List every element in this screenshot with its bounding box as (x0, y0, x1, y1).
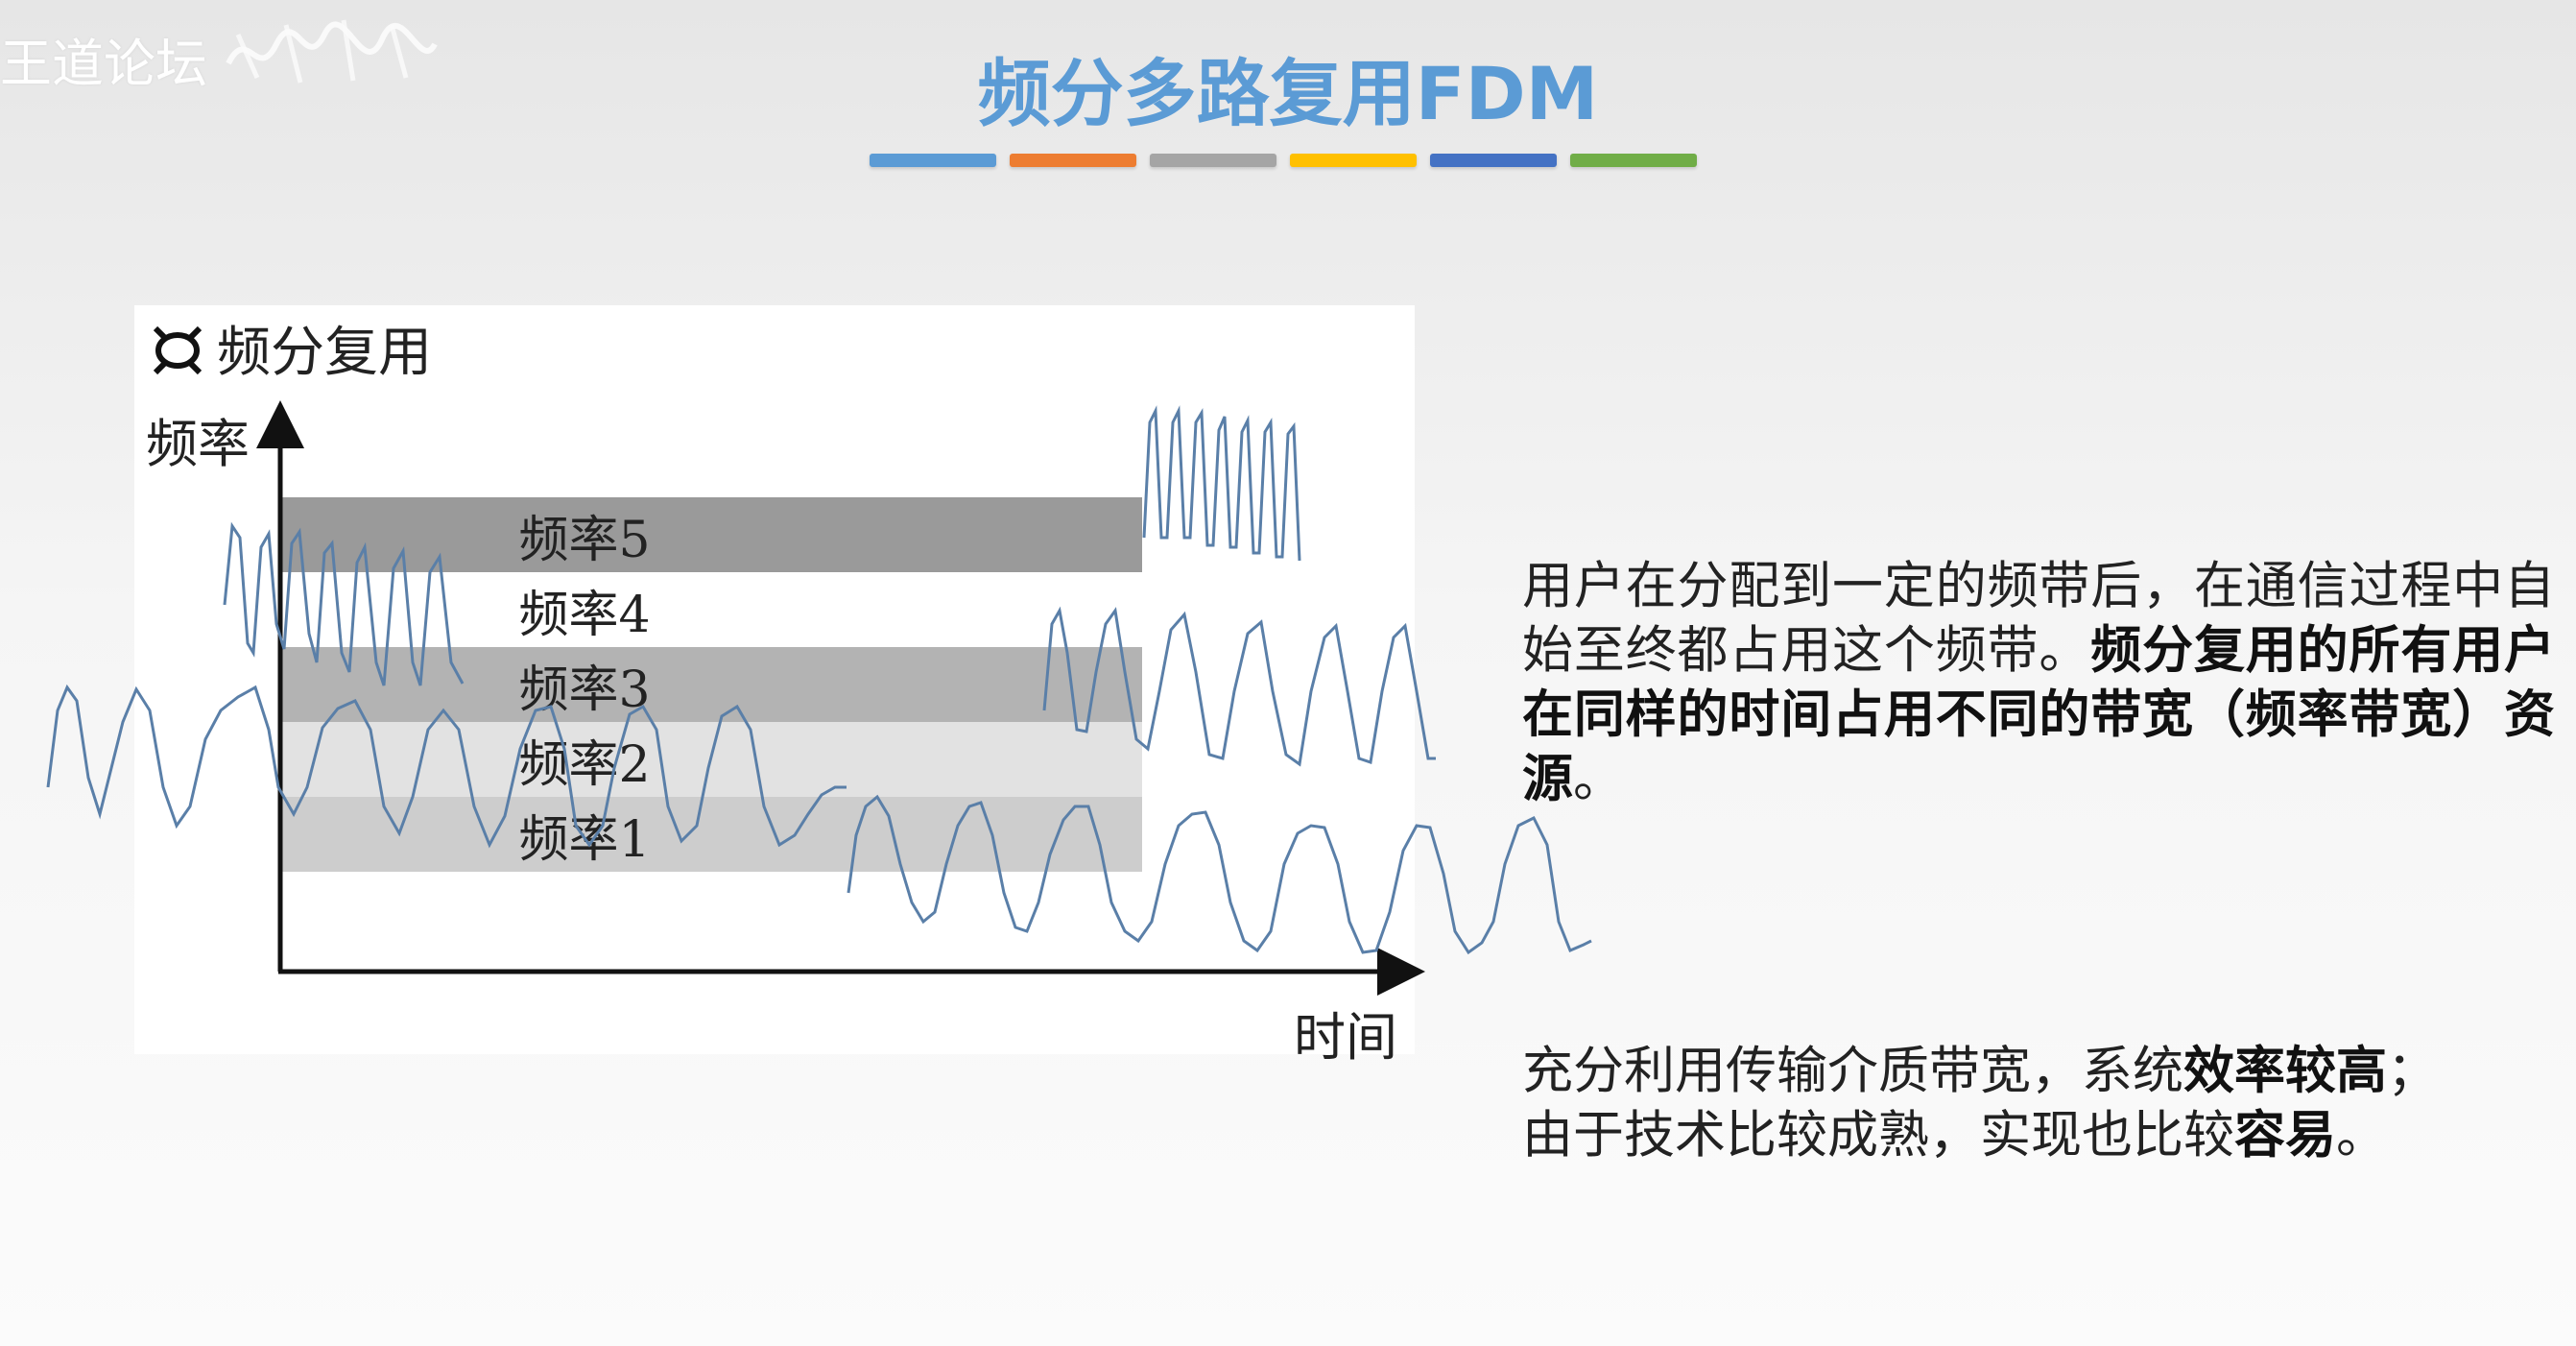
band-label-3: 频率3 (518, 661, 651, 719)
frequency-band-2: 频率2 (280, 722, 1142, 797)
advantage-2-text: 由于技术比较成熟，实现也比较 (1522, 1106, 2234, 1165)
band-label-1: 频率1 (518, 810, 651, 869)
y-axis-label: 频率 (146, 414, 250, 474)
title-accent-bars (870, 154, 1697, 167)
advantage-item-2: 由于技术比较成熟，实现也比较容易。 (1522, 1103, 2540, 1167)
band-label-5: 频率5 (518, 511, 651, 569)
accent-bar-5 (1430, 154, 1557, 167)
slide-title: 频分多路复用FDM (977, 51, 1599, 136)
frequency-band-5: 频率5 (280, 497, 1142, 572)
x-axis-label: 时间 (1294, 1007, 1397, 1068)
advantage-2-end: 。 (2336, 1106, 2387, 1165)
description-paragraph: 用户在分配到一定的频带后，在通信过程中自始至终都占用这个频带。频分复用的所有用户… (1522, 555, 2555, 811)
advantage-item-1: 充分利用传输介质带宽，系统效率较高； (1522, 1039, 2540, 1103)
accent-bar-6 (1570, 154, 1697, 167)
frequency-band-4: 频率4 (280, 572, 1142, 647)
figure-heading-text: 频分复用 (217, 322, 432, 384)
accent-bar-3 (1150, 154, 1276, 167)
band-label-4: 频率4 (518, 586, 651, 644)
frequency-band-3: 频率3 (280, 647, 1142, 722)
advantage-1-text: 充分利用传输介质带宽，系统 (1522, 1042, 2183, 1100)
advantages-paragraph: 充分利用传输介质带宽，系统效率较高； 由于技术比较成熟，实现也比较容易。 (1522, 1039, 2540, 1167)
advantage-1-end: ； (2387, 1042, 2438, 1100)
bullet-symbol-icon (153, 325, 203, 374)
accent-bar-4 (1290, 154, 1417, 167)
frequency-band-1: 频率1 (280, 797, 1142, 872)
accent-bar-1 (870, 154, 996, 167)
description-line-2-end: 。 (1573, 750, 1624, 808)
advantage-2-bold: 容易 (2234, 1105, 2336, 1165)
advantage-1-bold: 效率较高 (2183, 1041, 2387, 1100)
band-label-2: 频率2 (518, 735, 651, 794)
figure-heading: 频分复用 (150, 309, 432, 387)
accent-bar-2 (1010, 154, 1136, 167)
